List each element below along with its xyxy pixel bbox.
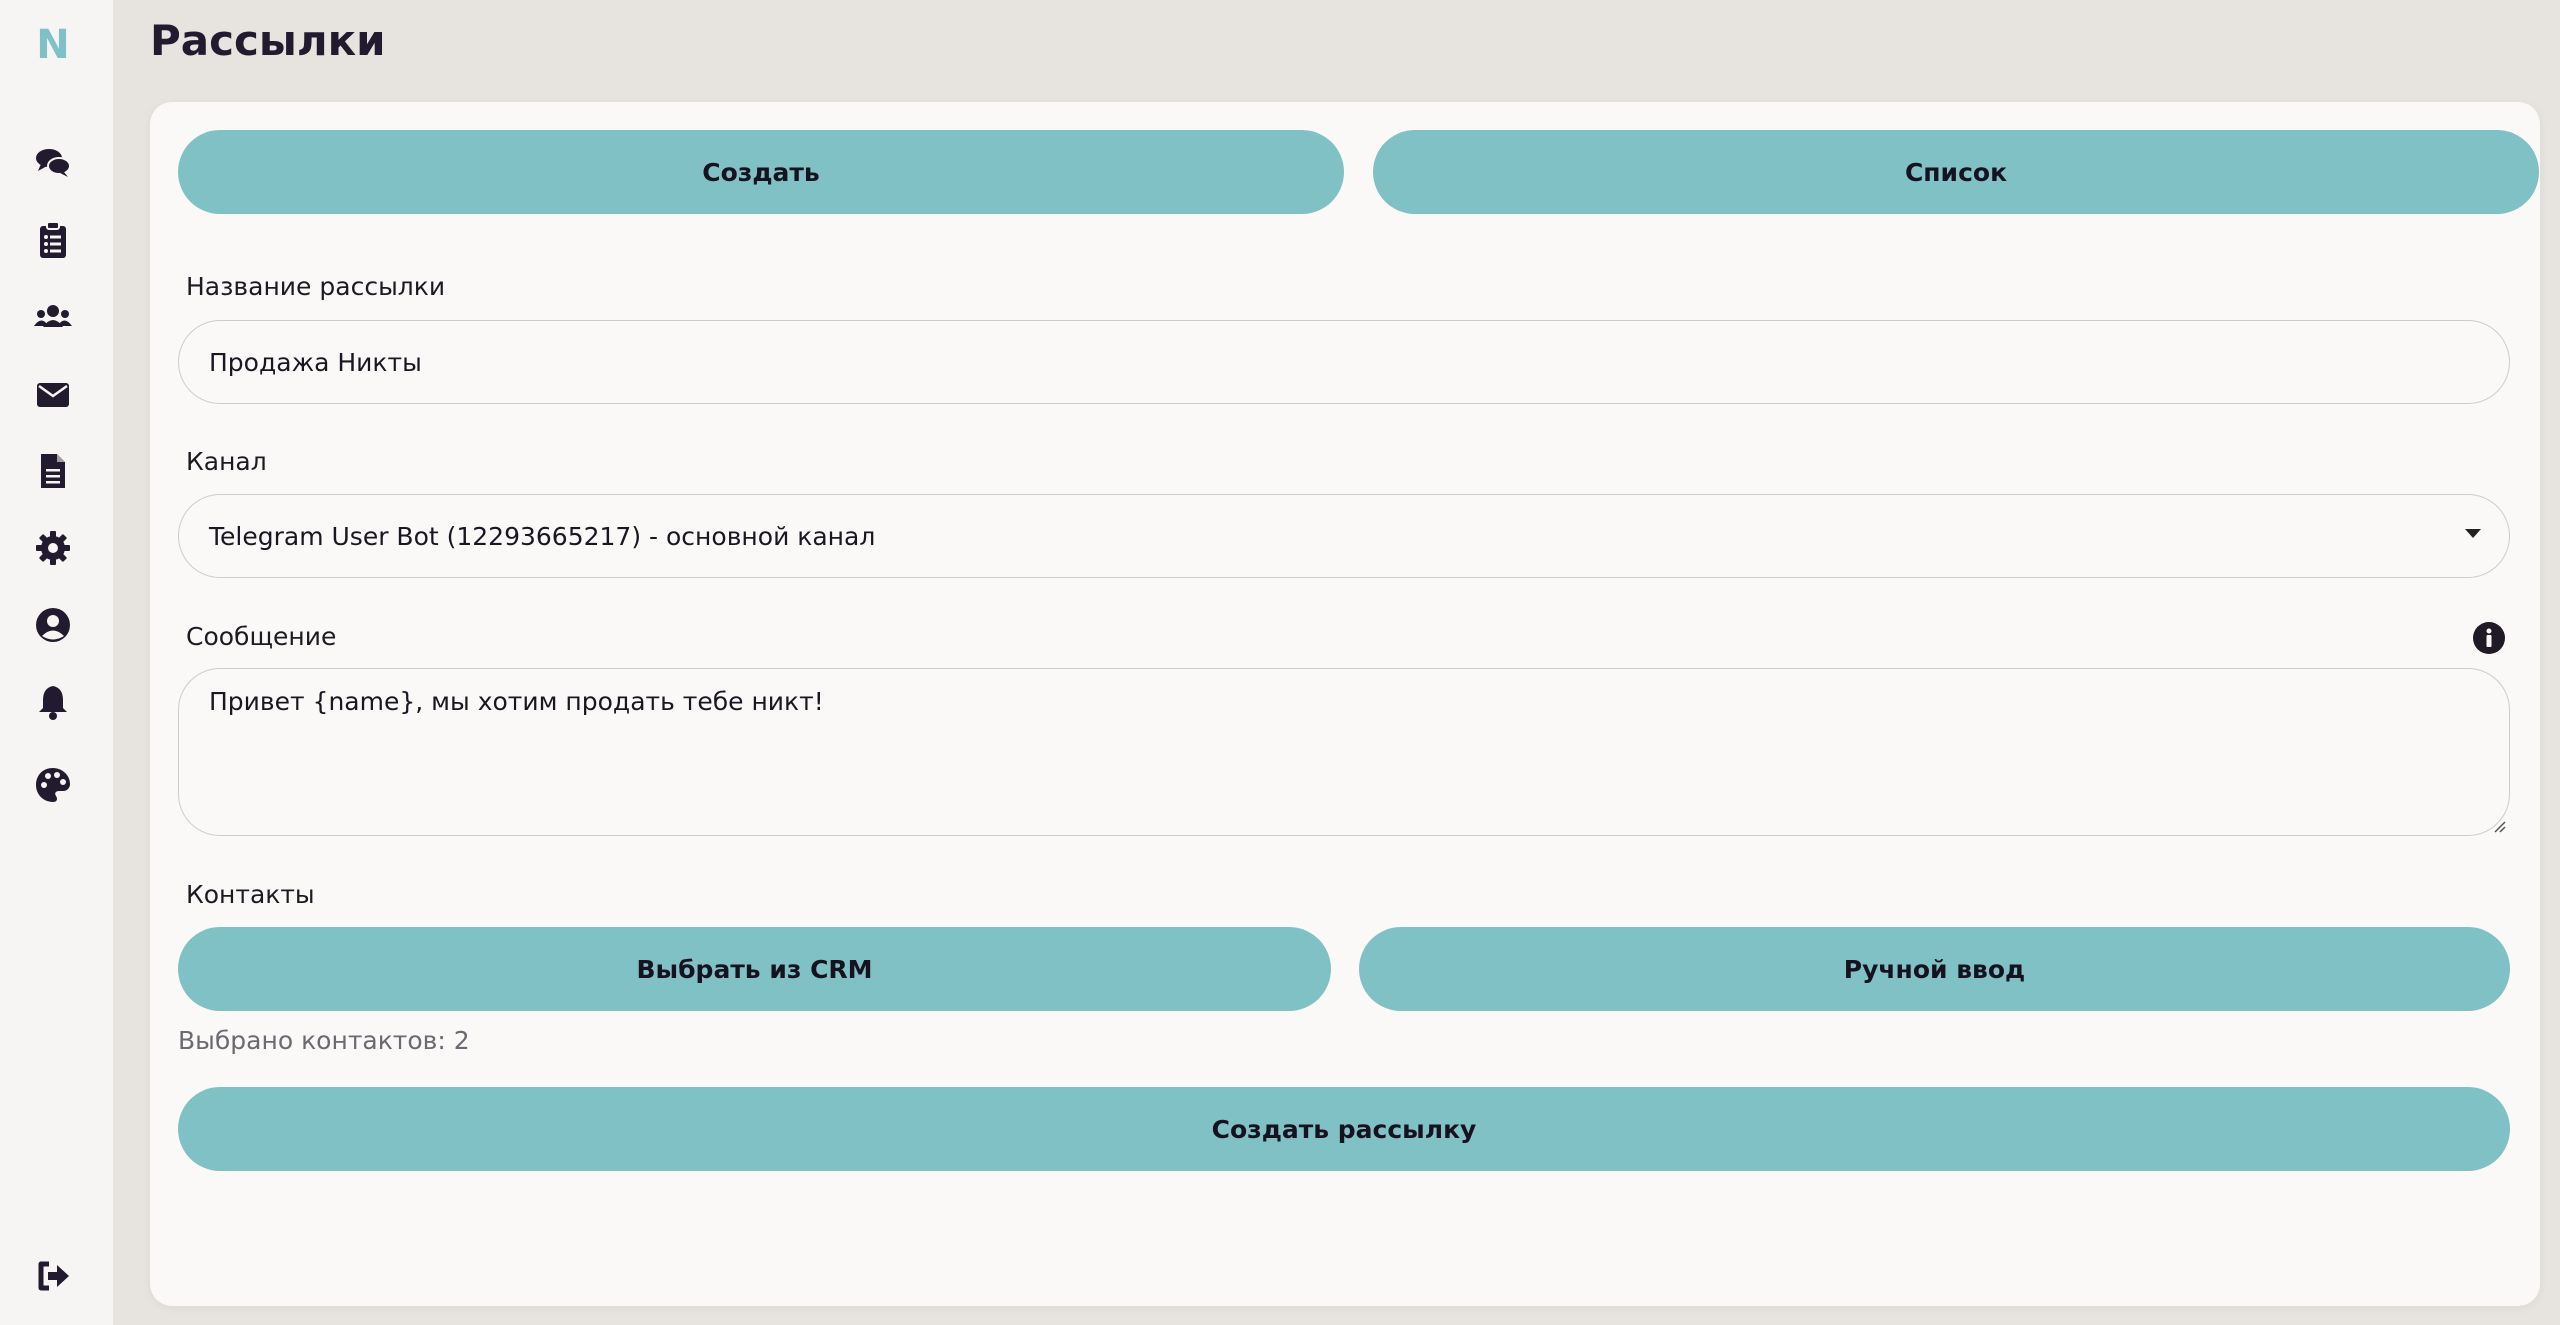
logout-icon[interactable] [33,1256,73,1296]
message-textarea[interactable]: Привет {name}, мы хотим продать тебе ник… [178,668,2510,836]
mailing-form-card: Создать Список Название рассылки Канал T… [150,102,2540,1306]
mailing-name-label: Название рассылки [186,272,446,301]
message-label: Сообщение [186,622,337,651]
palette-icon[interactable] [33,765,73,805]
manual-input-button[interactable]: Ручной ввод [1359,927,2510,1011]
clipboard-list-icon[interactable] [33,220,73,260]
sidebar: N [0,0,113,1325]
app-logo[interactable]: N [0,22,106,68]
info-icon[interactable] [2472,621,2506,655]
resize-grip-icon[interactable] [2492,818,2506,833]
channel-select[interactable]: Telegram User Bot (12293665217) - основн… [178,494,2510,578]
channel-selected-value: Telegram User Bot (12293665217) - основн… [209,521,876,551]
create-mailing-button[interactable]: Создать рассылку [178,1087,2510,1171]
chat-bubbles-icon[interactable] [33,143,73,183]
document-icon[interactable] [33,451,73,491]
mailing-name-input[interactable] [178,320,2510,404]
pick-from-crm-button[interactable]: Выбрать из CRM [178,927,1331,1011]
user-circle-icon[interactable] [33,605,73,645]
users-icon[interactable] [33,297,73,337]
envelope-icon[interactable] [33,374,73,414]
page-title: Рассылки [150,16,386,65]
contacts-label: Контакты [186,880,315,909]
tab-create[interactable]: Создать [178,130,1344,214]
channel-label: Канал [186,447,267,476]
bell-icon[interactable] [33,682,73,722]
caret-down-icon [2465,529,2481,538]
gear-icon[interactable] [33,528,73,568]
tab-list[interactable]: Список [1373,130,2539,214]
selected-contacts-count: Выбрано контактов: 2 [178,1026,470,1055]
